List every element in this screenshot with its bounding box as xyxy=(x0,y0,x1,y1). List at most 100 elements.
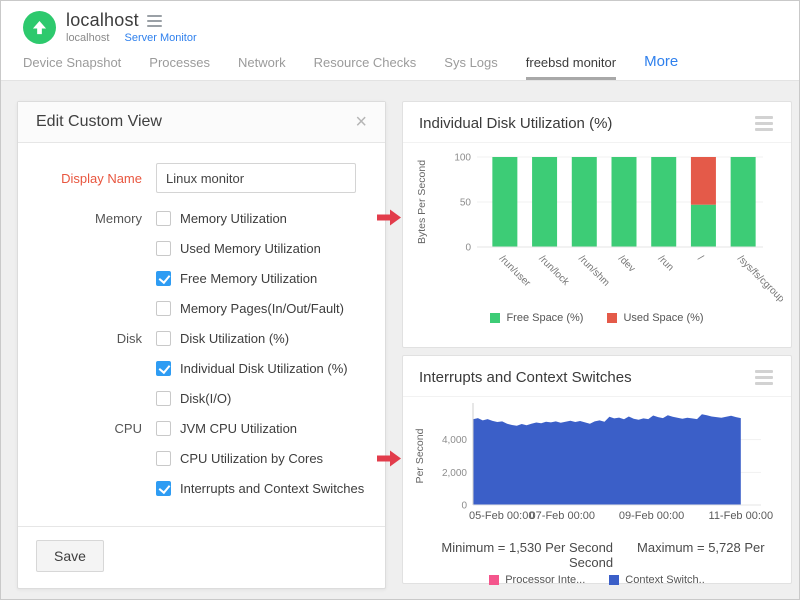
svg-text:/run/shm: /run/shm xyxy=(576,253,611,288)
interrupts-chart-title: Interrupts and Context Switches xyxy=(419,369,632,386)
checkbox-individual-disk-utilization-[interactable] xyxy=(156,361,171,376)
svg-text:/dev: /dev xyxy=(616,253,637,274)
modal-header: Edit Custom View × xyxy=(18,102,385,143)
option-label[interactable]: Memory Pages(In/Out/Fault) xyxy=(180,301,344,316)
svg-text:05-Feb 00:00: 05-Feb 00:00 xyxy=(469,510,534,522)
save-button[interactable]: Save xyxy=(36,540,104,572)
modal-title: Edit Custom View xyxy=(36,113,162,131)
group-label-disk: Disk xyxy=(36,331,156,346)
chart-minimum: Minimum = 1,530 Per Second xyxy=(441,540,613,555)
option-row: Memory Memory Utilization xyxy=(36,211,367,226)
svg-text:11-Feb 00:00: 11-Feb 00:00 xyxy=(709,510,774,522)
svg-text:07-Feb 00:00: 07-Feb 00:00 xyxy=(530,510,595,522)
option-label[interactable]: Individual Disk Utilization (%) xyxy=(180,361,348,376)
page-title: localhost xyxy=(66,10,139,31)
checkbox-interrupts-and-context-switches[interactable] xyxy=(156,481,171,496)
option-label[interactable]: Disk(I/O) xyxy=(180,391,231,406)
hamburger-menu-icon[interactable] xyxy=(147,15,162,27)
legend-swatch xyxy=(607,313,617,323)
modal-body: Display Name Memory Memory Utilization Use… xyxy=(18,143,385,526)
group-label-cpu: CPU xyxy=(36,421,156,436)
breadcrumb-host: localhost xyxy=(66,32,109,44)
legend-item[interactable]: Processor Inte... xyxy=(489,574,585,586)
option-row: Free Memory Utilization xyxy=(36,271,367,286)
checkbox-free-memory-utilization[interactable] xyxy=(156,271,171,286)
legend-swatch xyxy=(489,575,499,585)
svg-text:0: 0 xyxy=(461,501,467,512)
pointer-arrow-disk-icon xyxy=(377,209,401,226)
checkbox-jvm-cpu-utilization[interactable] xyxy=(156,421,171,436)
legend-item[interactable]: Context Switch.. xyxy=(609,574,704,586)
edit-custom-view-modal: Edit Custom View × Display Name MemoryMe… xyxy=(17,101,386,589)
arrow-up-icon xyxy=(32,20,47,35)
option-label[interactable]: Interrupts and Context Switches xyxy=(180,481,364,496)
chart-menu-icon[interactable] xyxy=(753,368,775,387)
tab-network[interactable]: Network xyxy=(238,55,286,80)
app-header: localhost localhost Server Monitor xyxy=(1,1,799,49)
chart-menu-icon[interactable] xyxy=(753,114,775,133)
option-row: Disk(I/O) xyxy=(36,391,367,406)
option-label[interactable]: Free Memory Utilization xyxy=(180,271,317,286)
interrupts-card: Interrupts and Context Switches 0 2,000 4,… xyxy=(402,355,792,584)
legend-item[interactable]: Used Space (%) xyxy=(607,312,703,324)
tab-freebsd-monitor[interactable]: freebsd monitor xyxy=(526,55,616,80)
svg-text:2,000: 2,000 xyxy=(442,468,467,479)
tab-resource-checks[interactable]: Resource Checks xyxy=(314,55,417,80)
legend-item[interactable]: Free Space (%) xyxy=(490,312,583,324)
tab-processes[interactable]: Processes xyxy=(149,55,210,80)
main-content: Edit Custom View × Display Name MemoryMe… xyxy=(1,80,799,599)
checkbox-used-memory-utilization[interactable] xyxy=(156,241,171,256)
option-row: Disk Disk Utilization (%) xyxy=(36,331,367,346)
interrupts-chart-legend: Processor Inte... Context Switch.. xyxy=(411,574,783,586)
disk-utilization-bar-chart: 0 50 100 Bytes Per Second/run/user/run/lock… xyxy=(411,147,783,305)
svg-text:50: 50 xyxy=(460,198,472,209)
breadcrumb: localhost Server Monitor xyxy=(66,32,197,44)
option-label[interactable]: Used Memory Utilization xyxy=(180,241,321,256)
checkbox-disk-utilization-[interactable] xyxy=(156,331,171,346)
tab-sys-logs[interactable]: Sys Logs xyxy=(444,55,497,80)
option-label[interactable]: Disk Utilization (%) xyxy=(180,331,289,346)
svg-text:09-Feb 00:00: 09-Feb 00:00 xyxy=(619,510,684,522)
option-row: CPU JVM CPU Utilization xyxy=(36,421,367,436)
option-row: Used Memory Utilization xyxy=(36,241,367,256)
option-row: CPU Utilization by Cores xyxy=(36,451,367,466)
svg-text:0: 0 xyxy=(465,243,471,254)
svg-text:Per Second: Per Second xyxy=(414,428,426,483)
group-label-memory: Memory xyxy=(36,211,156,226)
chart-minmax: Minimum = 1,530 Per SecondMaximum = 5,72… xyxy=(411,540,783,570)
disk-chart-legend: Free Space (%) Used Space (%) xyxy=(411,312,783,324)
close-icon[interactable]: × xyxy=(355,112,367,132)
display-name-input[interactable] xyxy=(156,163,356,193)
option-row: Interrupts and Context Switches xyxy=(36,481,367,496)
option-label[interactable]: Memory Utilization xyxy=(180,211,287,226)
option-row: Individual Disk Utilization (%) xyxy=(36,361,367,376)
display-name-label: Display Name xyxy=(36,171,156,186)
disk-utilization-card: Individual Disk Utilization (%) 0 50 100 By… xyxy=(402,101,792,348)
checkbox-memory-pages-in-out-fault-[interactable] xyxy=(156,301,171,316)
legend-swatch xyxy=(490,313,500,323)
svg-text:Bytes Per Second: Bytes Per Second xyxy=(416,160,428,244)
checkbox-memory-utilization[interactable] xyxy=(156,211,171,226)
tab-bar: Device Snapshot Processes Network Resource … xyxy=(1,49,799,80)
svg-text:/: / xyxy=(695,253,705,263)
option-label[interactable]: CPU Utilization by Cores xyxy=(180,451,323,466)
svg-text:100: 100 xyxy=(454,153,471,164)
checkbox-cpu-utilization-by-cores[interactable] xyxy=(156,451,171,466)
svg-text:/run: /run xyxy=(656,253,676,273)
svg-text:4,000: 4,000 xyxy=(442,435,467,446)
modal-footer: Save xyxy=(18,526,385,588)
tab-more[interactable]: More xyxy=(644,53,678,80)
option-row: Memory Pages(In/Out/Fault) xyxy=(36,301,367,316)
tab-device-snapshot[interactable]: Device Snapshot xyxy=(23,55,121,80)
svg-text:/run/user: /run/user xyxy=(497,253,533,289)
interrupts-area-chart: 0 2,000 4,000 Per Second 05-Feb 00:0007-Feb … xyxy=(411,401,783,532)
checkbox-disk-i-o-[interactable] xyxy=(156,391,171,406)
svg-text:/run/lock: /run/lock xyxy=(536,253,571,288)
breadcrumb-server-monitor-link[interactable]: Server Monitor xyxy=(124,32,196,44)
disk-chart-title: Individual Disk Utilization (%) xyxy=(419,115,612,132)
monitor-status-avatar xyxy=(23,11,56,44)
option-label[interactable]: JVM CPU Utilization xyxy=(180,421,297,436)
legend-swatch xyxy=(609,575,619,585)
svg-text:/sys/fs/cgroup: /sys/fs/cgroup xyxy=(735,253,783,305)
pointer-arrow-interrupts-icon xyxy=(377,450,401,467)
